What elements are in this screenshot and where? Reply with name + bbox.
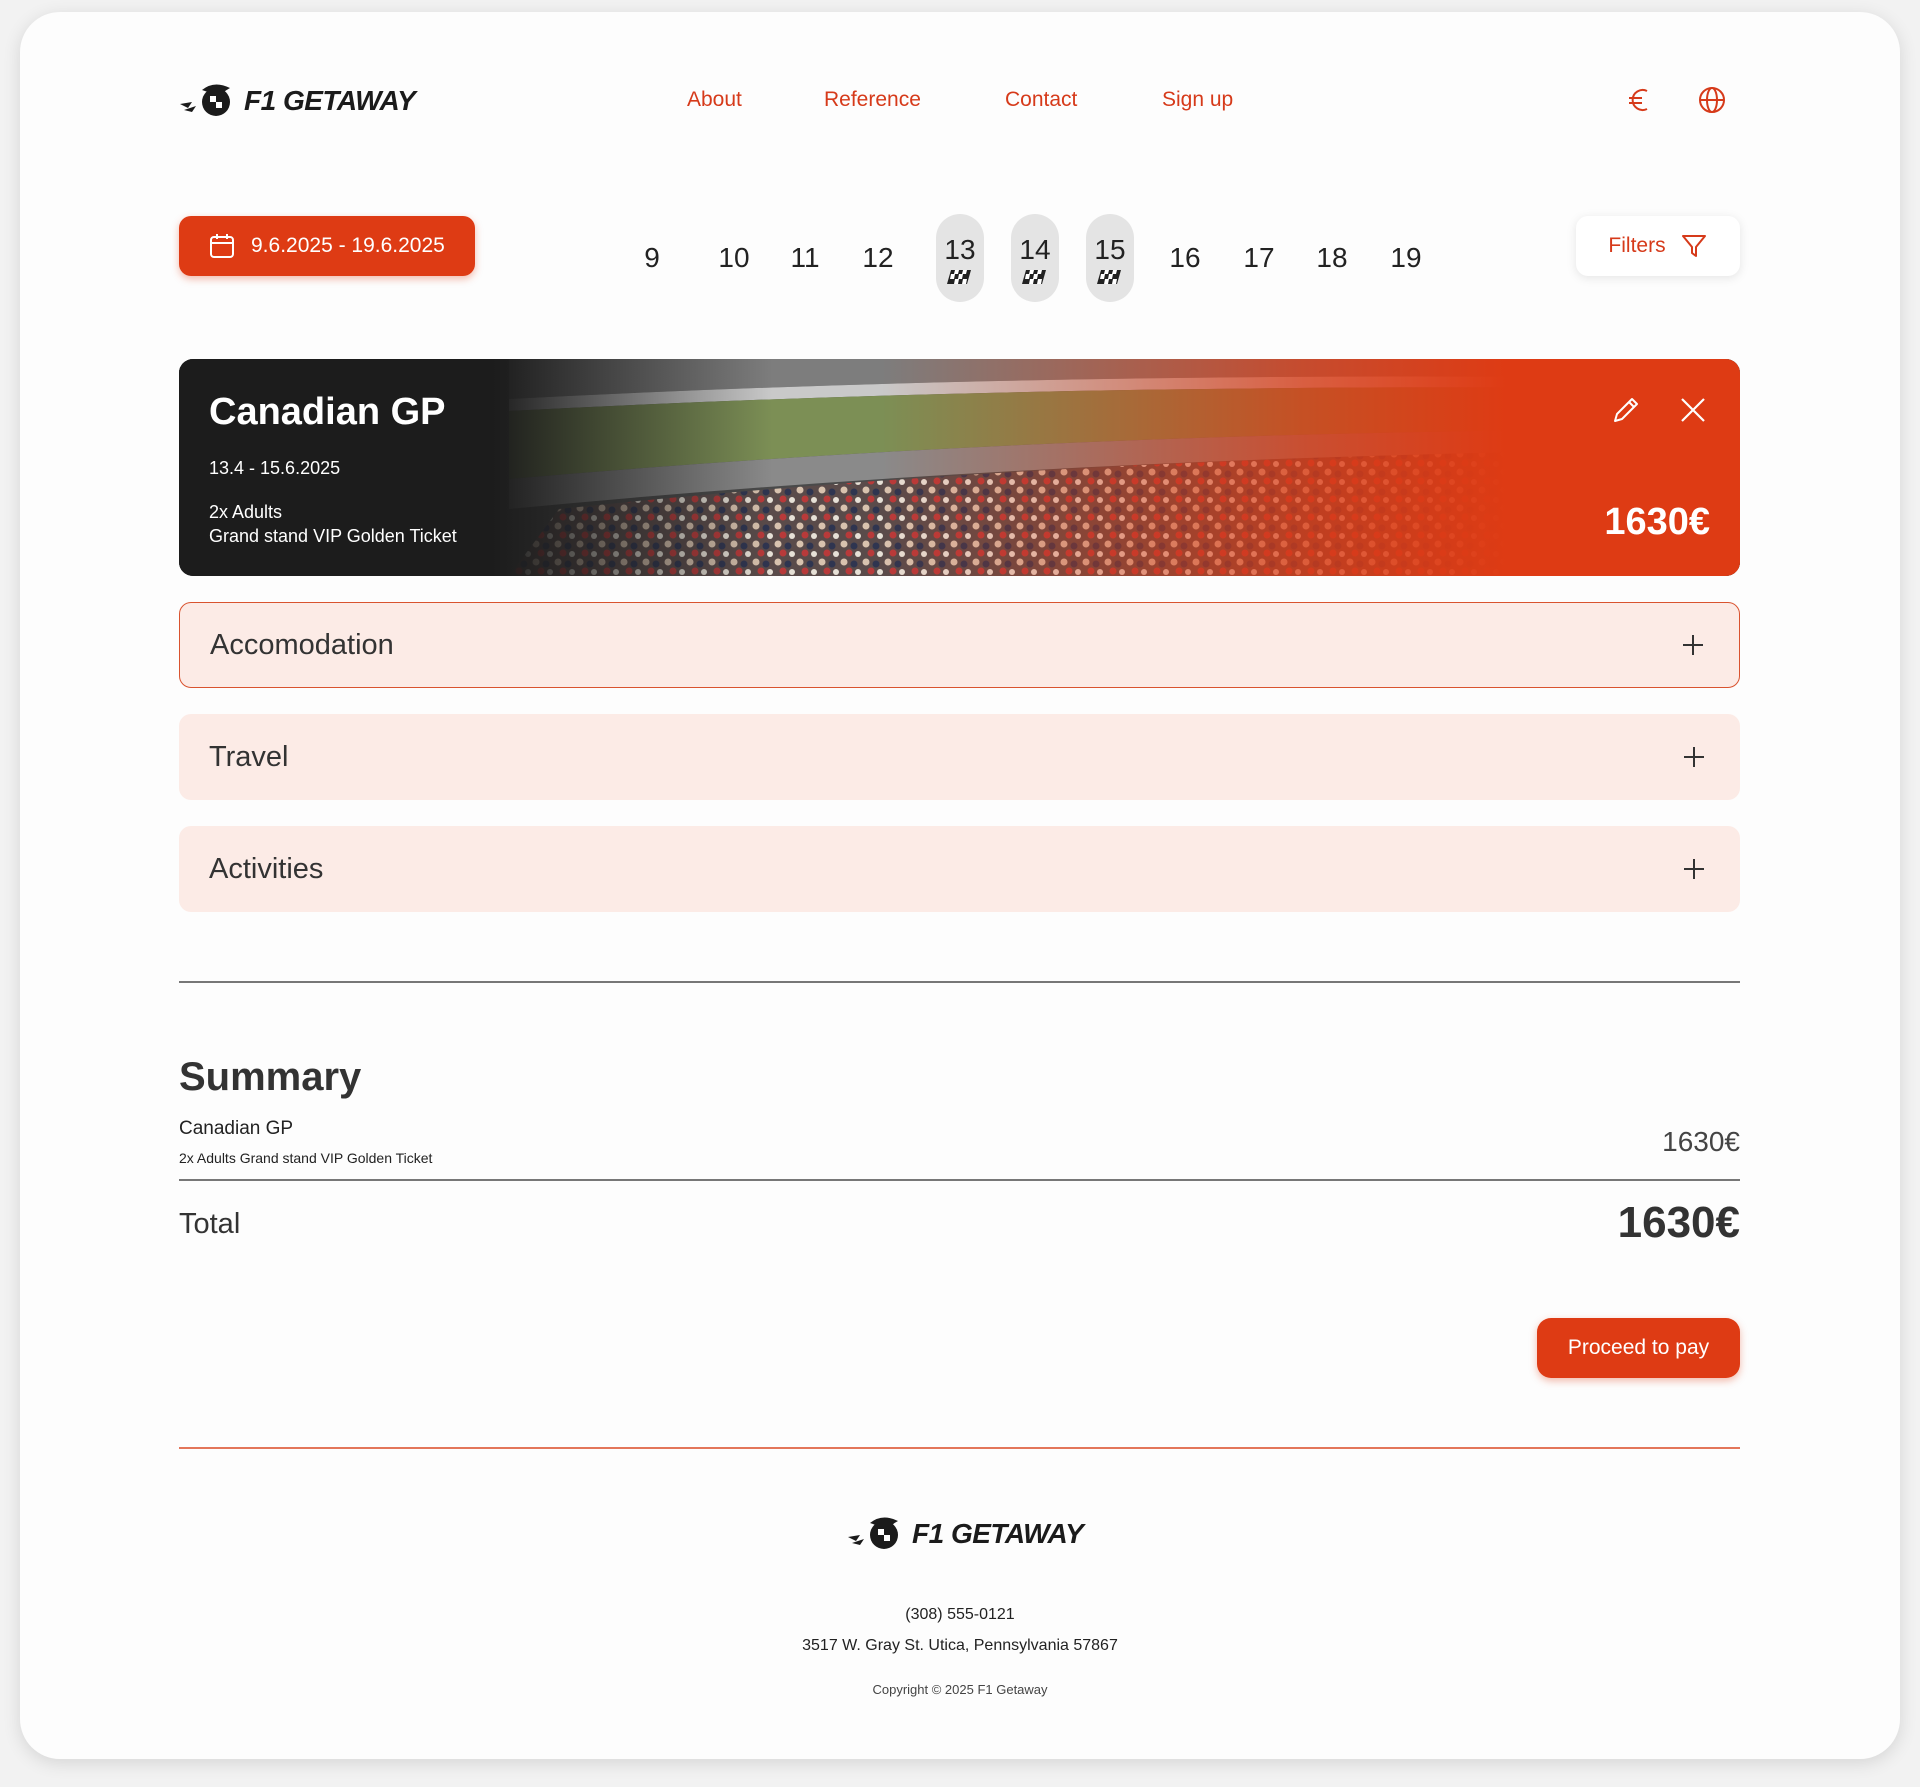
summary-title: Summary xyxy=(179,1055,362,1099)
accordion-label: Travel xyxy=(209,740,289,773)
day-9[interactable]: 9 xyxy=(628,214,676,302)
day-11[interactable]: 11 xyxy=(781,214,829,302)
total-label: Total xyxy=(179,1208,241,1240)
day-10[interactable]: 10 xyxy=(710,214,758,302)
footer-phone: (308) 555-0121 xyxy=(905,1606,1015,1623)
day-16[interactable]: 16 xyxy=(1161,214,1209,302)
checkered-flag-icon xyxy=(1022,270,1046,284)
plus-icon xyxy=(1684,859,1704,879)
total-value: 1630€ xyxy=(1617,1198,1740,1247)
footer-copyright: Copyright © 2025 F1 Getaway xyxy=(872,1682,1048,1697)
summary-item-name: Canadian GP xyxy=(179,1118,294,1139)
plus-icon xyxy=(1684,747,1704,767)
brand-name: F1 GETAWAY xyxy=(912,1518,1084,1549)
summary-item-desc: 2x Adults Grand stand VIP Golden Ticket xyxy=(179,1150,433,1166)
day-number: 10 xyxy=(718,242,750,273)
nav-contact[interactable]: Contact xyxy=(1005,88,1077,112)
event-title: Canadian GP xyxy=(209,391,446,433)
checkered-flag-icon xyxy=(947,270,971,284)
event-price: 1630€ xyxy=(1604,501,1710,543)
nav-reference[interactable]: Reference xyxy=(824,88,921,112)
accordion-label: Accomodation xyxy=(210,628,394,661)
day-17[interactable]: 17 xyxy=(1235,214,1283,302)
calendar-icon xyxy=(210,234,234,258)
day-13-race[interactable]: 13 xyxy=(936,214,984,302)
page-card: F1 GETAWAY About Reference Contact Sign … xyxy=(20,12,1900,1759)
accordion-label: Activities xyxy=(209,852,324,885)
nav-about[interactable]: About xyxy=(687,88,742,112)
checkered-flag-icon xyxy=(1097,270,1121,284)
day-18[interactable]: 18 xyxy=(1308,214,1356,302)
day-number: 14 xyxy=(1019,234,1051,265)
filter-icon xyxy=(1681,235,1706,257)
close-icon[interactable] xyxy=(1676,393,1710,427)
event-banner: Canadian GP 13.4 - 15.6.2025 2x Adults G… xyxy=(179,359,1740,576)
day-number: 18 xyxy=(1316,242,1348,273)
event-ticket: Grand stand VIP Golden Ticket xyxy=(209,526,457,546)
divider xyxy=(179,981,1740,983)
date-range-button[interactable]: 9.6.2025 - 19.6.2025 xyxy=(179,216,475,276)
filters-button[interactable]: Filters xyxy=(1576,216,1740,276)
event-dates: 13.4 - 15.6.2025 xyxy=(209,458,341,478)
nav-signup[interactable]: Sign up xyxy=(1162,88,1233,112)
day-number: 17 xyxy=(1243,242,1275,273)
day-19[interactable]: 19 xyxy=(1382,214,1430,302)
footer-logo[interactable]: F1 GETAWAY xyxy=(846,1515,1084,1553)
day-number: 9 xyxy=(644,242,660,273)
day-number: 11 xyxy=(790,242,820,273)
accordion-travel[interactable]: Travel xyxy=(179,714,1740,800)
filters-label: Filters xyxy=(1608,234,1666,257)
day-number: 12 xyxy=(862,242,894,273)
day-number: 15 xyxy=(1094,234,1126,265)
day-number: 16 xyxy=(1169,242,1201,273)
date-range-label: 9.6.2025 - 19.6.2025 xyxy=(251,234,445,257)
summary-item-price: 1630€ xyxy=(1662,1126,1740,1157)
footer-address: 3517 W. Gray St. Utica, Pennsylvania 578… xyxy=(802,1637,1118,1654)
accordion-accomodation[interactable]: Accomodation xyxy=(179,602,1740,688)
edit-icon[interactable] xyxy=(1609,393,1643,427)
euro-icon[interactable] xyxy=(1624,84,1656,116)
header-logo[interactable]: F1 GETAWAY xyxy=(178,82,416,120)
checkered-flag-logo-icon xyxy=(848,1517,898,1549)
checkered-flag-logo-icon xyxy=(180,84,230,116)
globe-icon[interactable] xyxy=(1696,84,1728,116)
proceed-to-pay-button[interactable]: Proceed to pay xyxy=(1537,1318,1740,1378)
day-number: 19 xyxy=(1390,242,1422,273)
day-14-race[interactable]: 14 xyxy=(1011,214,1059,302)
day-15-race[interactable]: 15 xyxy=(1086,214,1134,302)
day-12[interactable]: 12 xyxy=(854,214,902,302)
day-number: 13 xyxy=(944,234,976,265)
footer-divider xyxy=(179,1447,1740,1449)
plus-icon xyxy=(1683,635,1703,655)
accordion-activities[interactable]: Activities xyxy=(179,826,1740,912)
brand-name: F1 GETAWAY xyxy=(244,85,416,116)
divider xyxy=(179,1179,1740,1181)
event-guests: 2x Adults xyxy=(209,502,283,522)
